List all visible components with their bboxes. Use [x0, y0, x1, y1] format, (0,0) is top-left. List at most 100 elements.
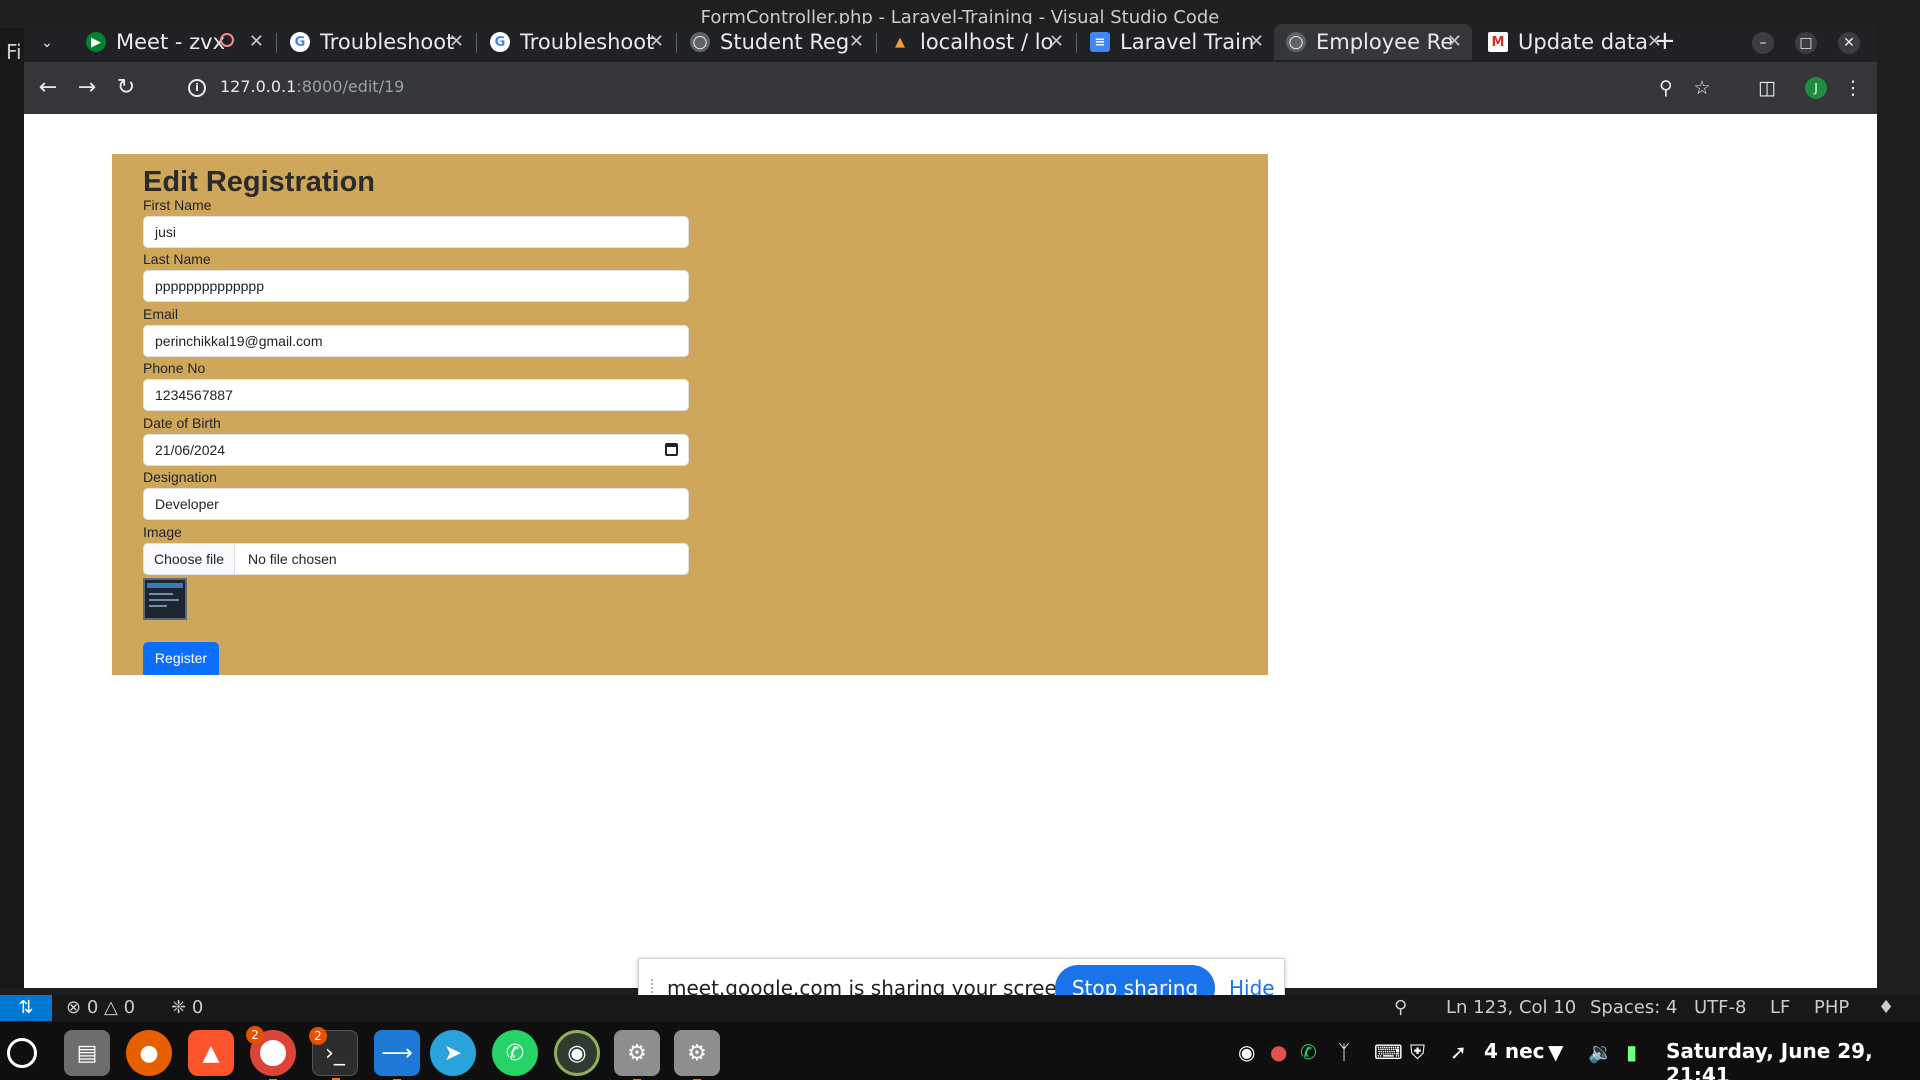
register-button[interactable]: Register	[143, 642, 219, 675]
clock[interactable]: Saturday, June 29, 21:41	[1666, 1039, 1920, 1080]
tab-employee-registration[interactable]: ◯ Employee Re ✕	[1274, 24, 1472, 60]
image-label: Image	[143, 524, 182, 540]
vscode-minimap	[1877, 28, 1920, 988]
vscode-left-strip: Fi	[0, 28, 24, 988]
email-label: Email	[143, 306, 179, 322]
last-name-input[interactable]: pppppppppppppp	[143, 270, 689, 302]
close-icon[interactable]: ✕	[1249, 31, 1264, 52]
google-meet-icon: ▶	[86, 32, 106, 52]
tab-troubleshoot-2[interactable]: G Troubleshoot ✕	[478, 24, 674, 60]
shield-icon[interactable]: ⛨	[1410, 1040, 1425, 1064]
updates-icon[interactable]: ➚	[1450, 1040, 1467, 1064]
problems-indicator[interactable]: ⊗ 0 △ 0	[66, 997, 135, 1018]
broadcast-icon: ❈	[171, 997, 187, 1018]
warning-icon: △	[104, 997, 118, 1018]
dob-label: Date of Birth	[143, 415, 221, 431]
new-tab-plus-icon[interactable]: +	[1654, 26, 1676, 56]
tab-phpmyadmin[interactable]: ▲ localhost / lo ✕	[878, 24, 1074, 60]
camera-icon[interactable]: ◉	[554, 1030, 600, 1076]
choose-file-button[interactable]: Choose file	[144, 544, 236, 574]
page-title: Edit Registration	[143, 166, 376, 198]
terminal-icon[interactable]: ›_ 2	[309, 1027, 358, 1080]
vscode-menu-file[interactable]: Fi	[6, 40, 22, 64]
chrome-tray-icon[interactable]: ●	[1270, 1040, 1287, 1064]
app-menu-icon[interactable]	[0, 1030, 44, 1076]
zoom-icon[interactable]: ⚲	[1394, 997, 1407, 1018]
image-file-input[interactable]: Choose file No file chosen	[143, 543, 689, 575]
tab-laravel-training[interactable]: ≡ Laravel Train ✕	[1078, 24, 1274, 60]
first-name-label: First Name	[143, 197, 212, 213]
phone-input[interactable]: 1234567887	[143, 379, 689, 411]
extensions-puzzle-icon[interactable]: ◫	[1755, 76, 1779, 100]
url-text[interactable]: 127.0.0.1:8000/edit/19	[220, 77, 404, 96]
whatsapp-icon[interactable]: ✆	[492, 1030, 538, 1076]
vscode-icon[interactable]: ⟶	[374, 1030, 420, 1080]
address-bar[interactable]: i 127.0.0.1:8000/edit/19	[160, 70, 1680, 106]
close-icon[interactable]: ✕	[1447, 31, 1462, 52]
notifications-bell-icon[interactable]: ♦	[1878, 997, 1894, 1018]
dob-value: 21/06/2024	[155, 442, 226, 458]
end-of-line[interactable]: LF	[1770, 997, 1790, 1018]
indentation[interactable]: Spaces: 4	[1590, 997, 1677, 1018]
designation-label: Designation	[143, 469, 217, 485]
profile-avatar[interactable]: J	[1805, 77, 1827, 99]
tab-student-reg[interactable]: ◯ Student Reg ✕	[678, 24, 874, 60]
close-icon[interactable]: ✕	[249, 31, 264, 52]
bookmark-star-icon[interactable]: ☆	[1690, 76, 1714, 100]
reload-icon[interactable]: ↻	[112, 74, 140, 102]
first-name-input[interactable]: jusi	[143, 216, 689, 248]
terminal-badge: 2	[309, 1027, 327, 1045]
close-icon[interactable]: ✕	[449, 31, 464, 52]
maximize-icon[interactable]: □	[1795, 32, 1817, 54]
remote-indicator-icon[interactable]: ⇅	[0, 995, 52, 1021]
clipboard-icon[interactable]: ⌨	[1374, 1040, 1403, 1064]
ports-indicator[interactable]: ❈ 0	[171, 997, 203, 1018]
close-icon[interactable]: ✕	[849, 31, 864, 52]
calendar-icon[interactable]	[665, 443, 678, 456]
recording-icon	[220, 33, 234, 47]
close-icon[interactable]: ✕	[1049, 31, 1064, 52]
registration-form: Edit Registration First Name jusi Last N…	[112, 154, 1268, 675]
camera-tray-icon[interactable]: ◉	[1238, 1040, 1255, 1064]
battery-icon[interactable]: ▮	[1626, 1040, 1637, 1064]
files-icon[interactable]: ▤	[64, 1030, 110, 1076]
settings-icon[interactable]: ⚙	[614, 1030, 660, 1080]
zoom-magnifier-icon[interactable]: ⚲	[1654, 76, 1678, 100]
phone-label: Phone No	[143, 360, 206, 376]
site-info-icon[interactable]: i	[188, 79, 206, 97]
kebab-menu-icon[interactable]: ⋮	[1841, 76, 1865, 100]
cursor-position[interactable]: Ln 123, Col 10	[1446, 997, 1576, 1018]
back-arrow-icon[interactable]: ←	[34, 74, 62, 102]
tab-update-data[interactable]: M Update data ✕	[1476, 24, 1672, 60]
updates-count[interactable]: 4 nec	[1484, 1039, 1545, 1063]
window-close-icon[interactable]: ✕	[1838, 32, 1860, 54]
bluetooth-icon[interactable]: ᛉ	[1338, 1040, 1350, 1064]
tab-search-chevron-icon[interactable]: ⌄	[34, 30, 60, 56]
os-taskbar: ▤ ● ▲ 2 ›_ 2 ⟶ ➤ ✆ ◉ ⚙ ⚙ ◉ ● ✆ ᛉ ⌨ ⛨ ➚ 4…	[0, 1022, 1920, 1080]
language-mode[interactable]: PHP	[1814, 997, 1849, 1018]
chrome-badge: 2	[246, 1026, 264, 1044]
telegram-icon[interactable]: ➤	[430, 1030, 476, 1076]
minimize-icon[interactable]: –	[1752, 32, 1774, 54]
google-docs-icon: ≡	[1090, 32, 1110, 52]
email-input[interactable]: perinchikkal19@gmail.com	[143, 325, 689, 357]
close-icon[interactable]: ✕	[649, 31, 664, 52]
gmail-icon: M	[1488, 32, 1508, 52]
brave-icon[interactable]: ▲	[188, 1030, 234, 1076]
encoding[interactable]: UTF-8	[1694, 997, 1746, 1018]
volume-icon[interactable]: 🔉	[1588, 1040, 1613, 1064]
chrome-icon[interactable]: 2	[246, 1026, 296, 1080]
dob-input[interactable]: 21/06/2024	[143, 434, 689, 466]
last-name-label: Last Name	[143, 251, 211, 267]
wifi-icon[interactable]: ▼	[1548, 1040, 1563, 1064]
tab-meet[interactable]: ▶ Meet - zvx ✕	[74, 24, 274, 60]
page-viewport: Edit Registration First Name jusi Last N…	[24, 114, 1877, 988]
whatsapp-tray-icon[interactable]: ✆	[1300, 1040, 1317, 1064]
settings-icon[interactable]: ⚙	[674, 1030, 720, 1080]
designation-input[interactable]: Developer	[143, 488, 689, 520]
google-icon: G	[490, 32, 510, 52]
forward-arrow-icon[interactable]: →	[73, 74, 101, 102]
google-icon: G	[290, 32, 310, 52]
tab-troubleshoot-1[interactable]: G Troubleshoot ✕	[278, 24, 474, 60]
firefox-icon[interactable]: ●	[126, 1030, 172, 1076]
